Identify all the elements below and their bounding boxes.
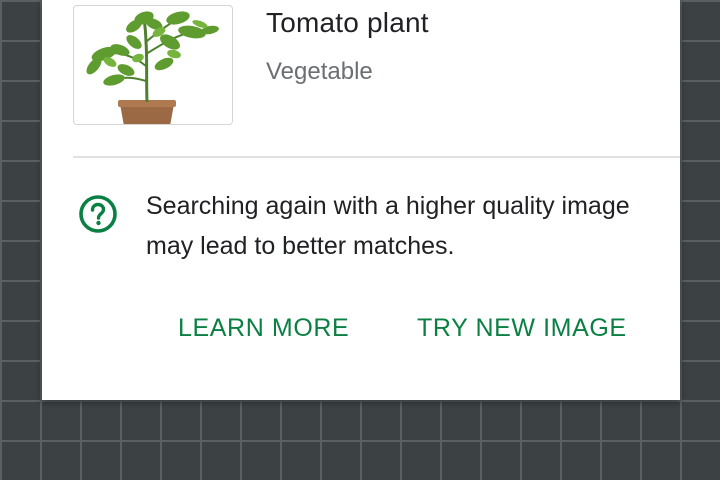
learn-more-button[interactable]: LEARN MORE (178, 308, 349, 348)
divider (73, 156, 680, 158)
result-category: Vegetable (266, 58, 373, 85)
hint-message: Searching again with a higher quality im… (146, 192, 630, 260)
tomato-plant-image (86, 11, 219, 124)
help-circle-icon (79, 195, 117, 233)
try-new-image-button[interactable]: TRY NEW IMAGE (417, 308, 627, 348)
result-item[interactable]: Tomato plant Vegetable (42, 0, 680, 140)
result-title: Tomato plant (266, 7, 429, 38)
result-thumbnail[interactable] (73, 5, 233, 125)
result-card: Tomato plant Vegetable Searching again w… (42, 0, 680, 400)
